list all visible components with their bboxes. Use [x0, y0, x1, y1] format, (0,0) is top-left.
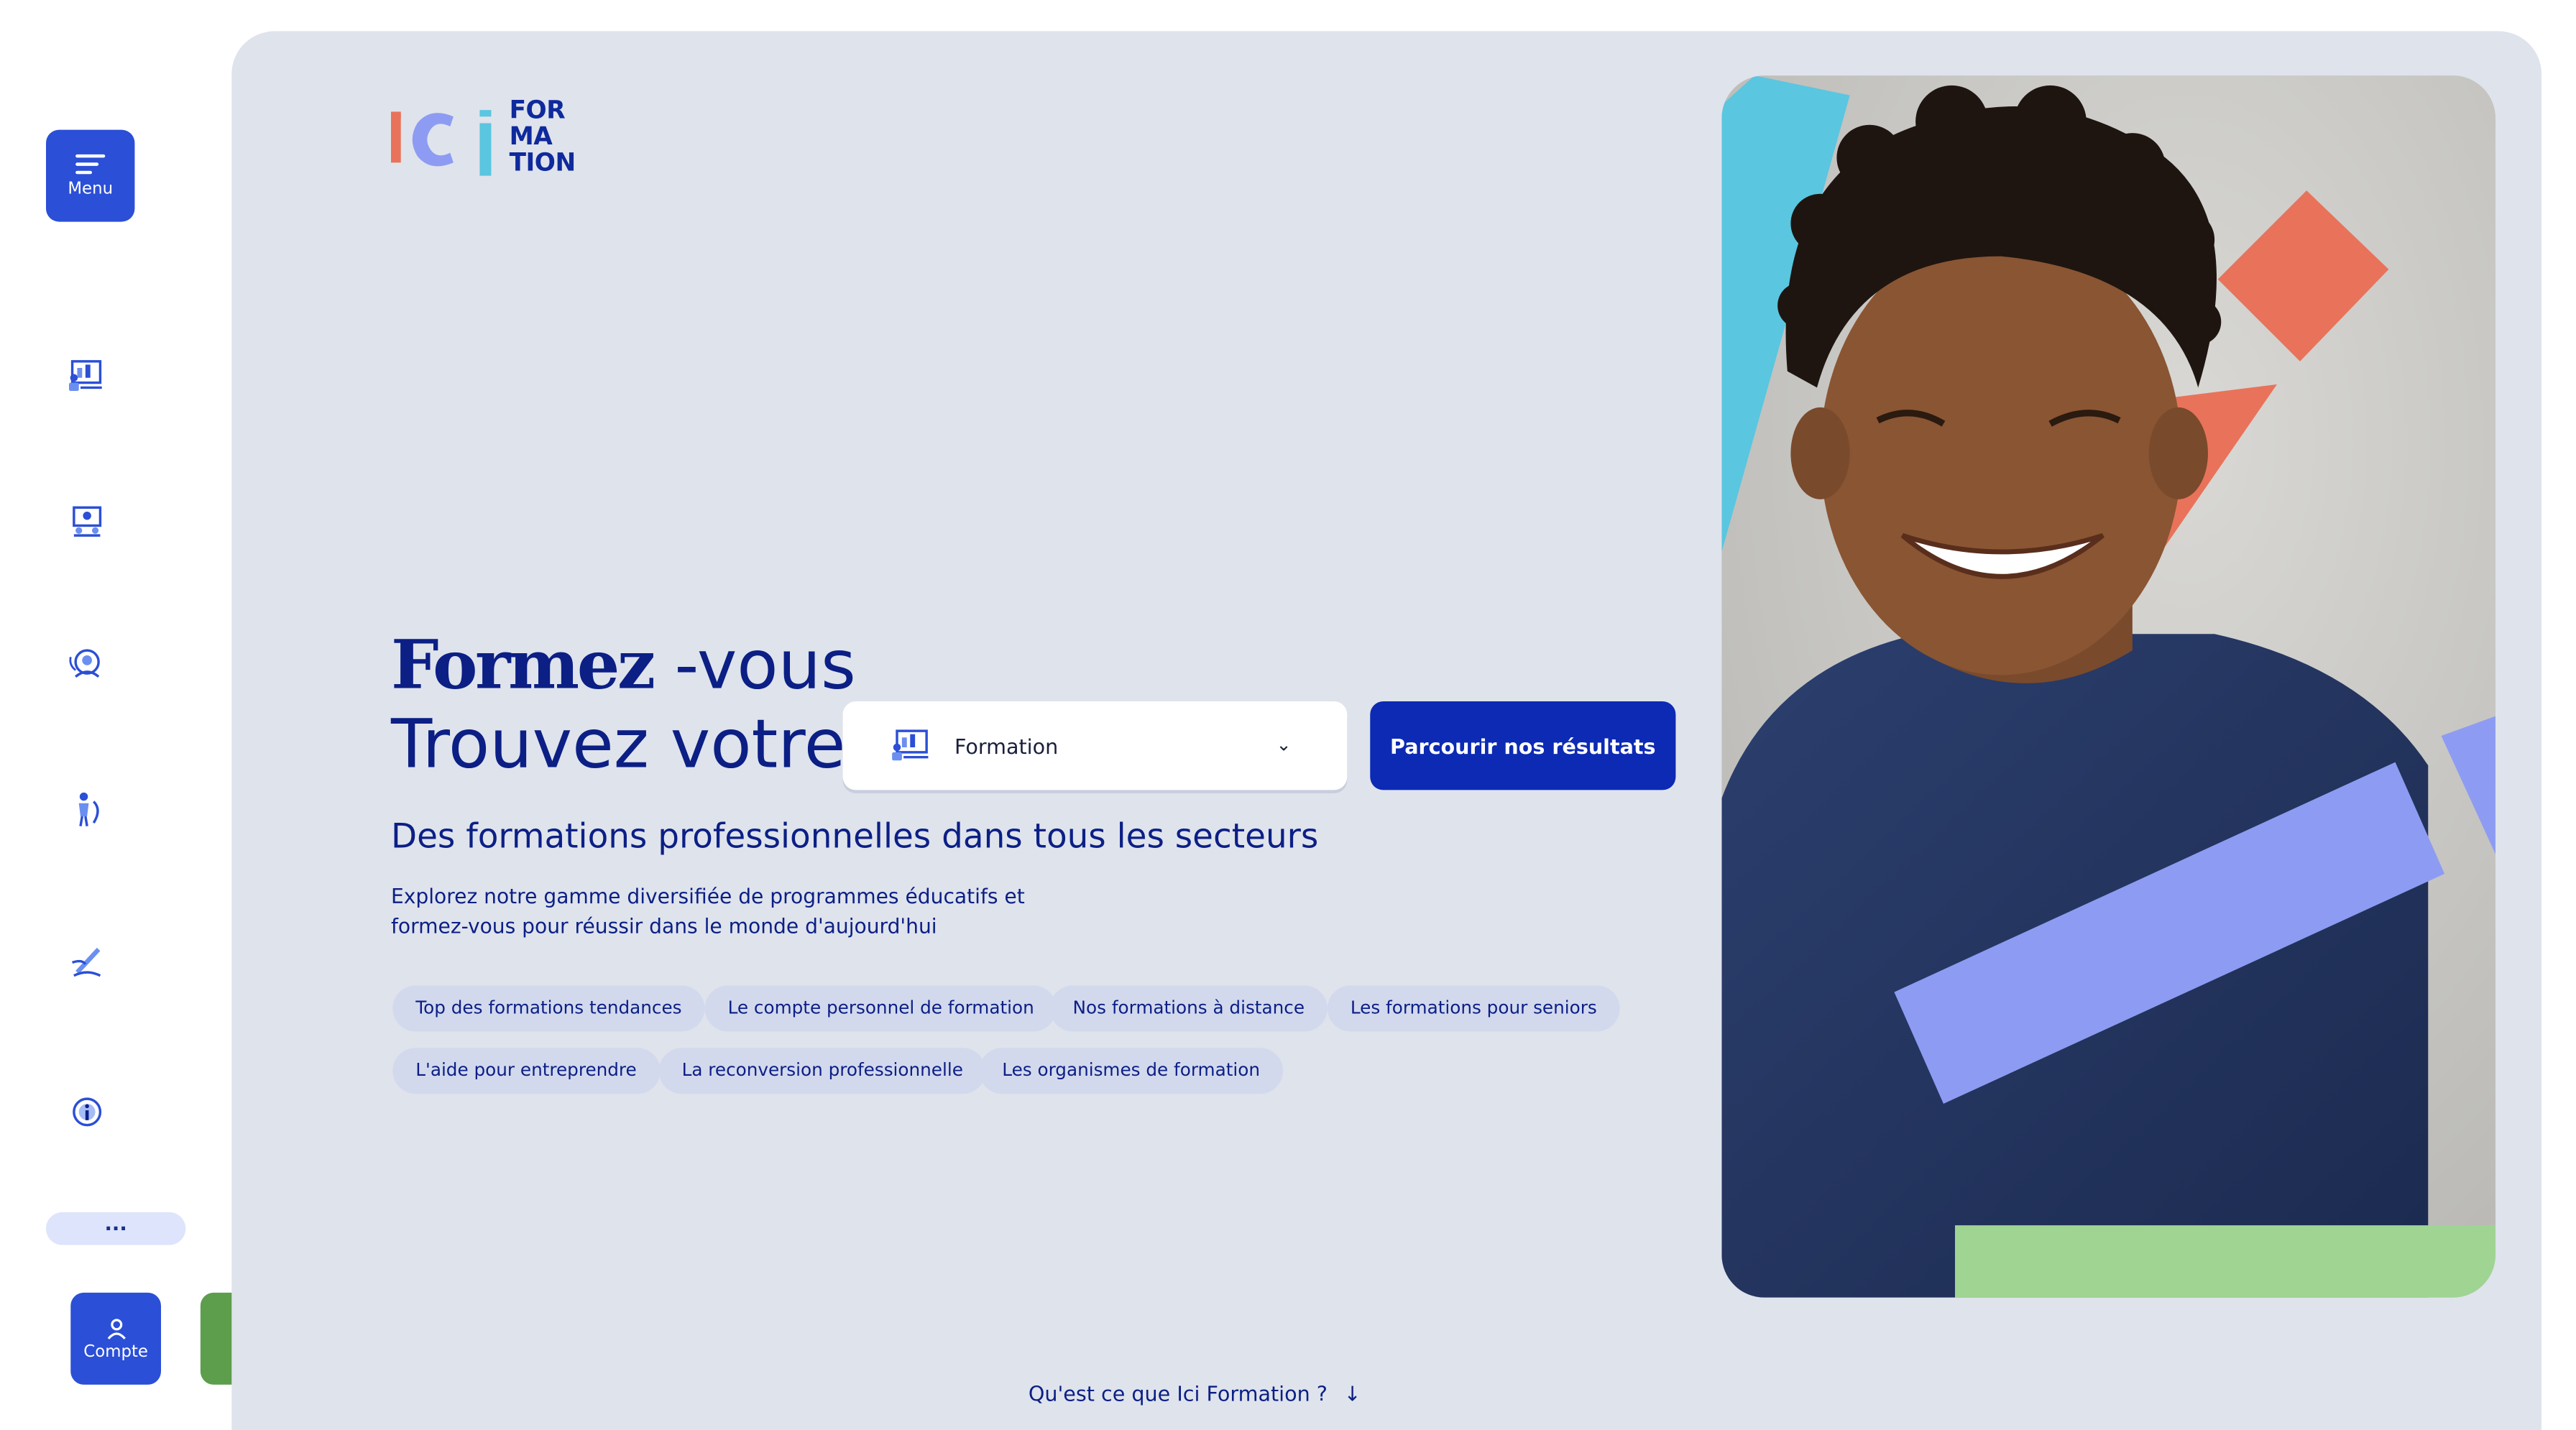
chip-organismes[interactable]: Les organismes de formation — [979, 1048, 1283, 1094]
logo-text: FOR MA TION — [510, 97, 576, 176]
hero-subtitle: Des formations professionnelles dans tou… — [390, 816, 1319, 856]
hero-image — [1721, 75, 2496, 1298]
footer-link-text: Qu'est ce que Ici Formation ? — [1028, 1381, 1328, 1406]
chevron-down-icon: ⌄ — [1276, 734, 1292, 756]
menu-button[interactable]: Menu — [45, 129, 135, 222]
chip-distance[interactable]: Nos formations à distance — [1049, 985, 1328, 1032]
logo-line3: TION — [509, 147, 576, 177]
info-icon[interactable] — [65, 1091, 108, 1133]
menu-label: Menu — [68, 180, 114, 198]
description-line1: Explorez notre gamme diversifiée de prog… — [390, 885, 1025, 908]
arrow-down-icon: ↓ — [1343, 1381, 1361, 1406]
entrepreneur-icon[interactable] — [65, 939, 108, 982]
ici-formation-logo[interactable]: FOR MA TION — [390, 97, 588, 183]
formation-select[interactable]: Formation ⌄ — [842, 701, 1348, 790]
select-value: Formation — [954, 733, 1059, 758]
chip-entreprendre[interactable]: L'aide pour entreprendre — [392, 1048, 660, 1094]
hero-photo-illustration — [1721, 75, 2496, 1298]
more-button[interactable]: ... — [45, 1212, 186, 1245]
chip-seniors[interactable]: Les formations pour seniors — [1327, 985, 1620, 1032]
classroom-icon[interactable] — [65, 499, 108, 542]
account-label: Compte — [83, 1342, 148, 1361]
hero-title-line2: Trouvez votre — [390, 704, 846, 784]
hamburger-icon — [75, 153, 106, 174]
user-icon — [106, 1318, 125, 1339]
main-panel: FOR MA TION Formez -vous Trouvez votre F… — [231, 31, 2542, 1430]
chip-cpf[interactable]: Le compte personnel de formation — [704, 985, 1057, 1032]
hero-title-bold: Formez — [390, 625, 656, 705]
logo-line1: FOR — [509, 95, 566, 125]
chip-top-formations[interactable]: Top des formations tendances — [392, 985, 705, 1032]
senior-icon[interactable] — [65, 787, 108, 829]
what-is-ici-formation-link[interactable]: Qu'est ce que Ici Formation ? ↓ — [1029, 1381, 1361, 1406]
hero-title-rest: -vous — [653, 625, 856, 705]
formation-icon — [892, 729, 929, 761]
logo-line2: MA — [509, 121, 553, 152]
formation-icon[interactable] — [65, 353, 108, 395]
chip-reconversion[interactable]: La reconversion professionnelle — [658, 1048, 986, 1094]
distance-learning-icon[interactable] — [65, 644, 108, 686]
account-button[interactable]: Compte — [70, 1292, 161, 1385]
hero-title-line1: Formez -vous — [391, 626, 856, 705]
logo-mark — [390, 110, 492, 176]
hero-description: Explorez notre gamme diversifiée de prog… — [391, 882, 1081, 941]
description-line2: formez-vous pour réussir dans le monde d… — [390, 915, 937, 938]
browse-results-button[interactable]: Parcourir nos résultats — [1370, 701, 1676, 790]
